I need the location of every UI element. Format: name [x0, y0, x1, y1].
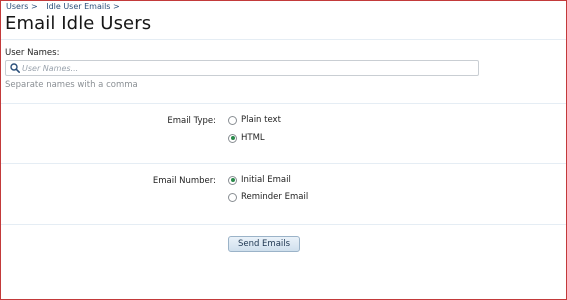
- breadcrumb-item-users[interactable]: Users >: [6, 2, 38, 11]
- email-number-label: Email Number:: [152, 176, 216, 186]
- breadcrumb: Users > Idle User Emails >: [6, 2, 126, 11]
- page-title: Email Idle Users: [5, 13, 152, 34]
- email-number-initial-label: Initial Email: [241, 175, 291, 185]
- email-type-html-option[interactable]: HTML: [228, 133, 265, 143]
- breadcrumb-item-idle-user-emails[interactable]: Idle User Emails >: [46, 2, 120, 11]
- user-names-label: User Names:: [5, 48, 60, 58]
- divider: [1, 39, 566, 40]
- email-number-reminder-label: Reminder Email: [241, 192, 309, 202]
- user-names-input[interactable]: [22, 62, 472, 74]
- radio-plain-text[interactable]: [228, 115, 237, 125]
- divider: [1, 163, 566, 164]
- search-icon: [10, 63, 20, 73]
- radio-initial-email[interactable]: [228, 175, 237, 185]
- email-type-plain-text-option[interactable]: Plain text: [228, 115, 281, 125]
- email-type-html-label: HTML: [241, 133, 265, 143]
- email-type-plain-text-label: Plain text: [241, 115, 281, 125]
- window-frame: [0, 0, 567, 300]
- divider: [1, 224, 566, 225]
- send-emails-button[interactable]: Send Emails: [228, 236, 300, 252]
- user-names-field[interactable]: [5, 60, 479, 76]
- email-type-label: Email Type:: [167, 116, 216, 126]
- user-names-hint: Separate names with a comma: [5, 80, 138, 90]
- radio-html[interactable]: [228, 133, 237, 143]
- divider: [1, 103, 566, 104]
- email-number-reminder-option[interactable]: Reminder Email: [228, 192, 308, 202]
- email-number-initial-option[interactable]: Initial Email: [228, 175, 291, 185]
- radio-reminder-email[interactable]: [228, 192, 237, 202]
